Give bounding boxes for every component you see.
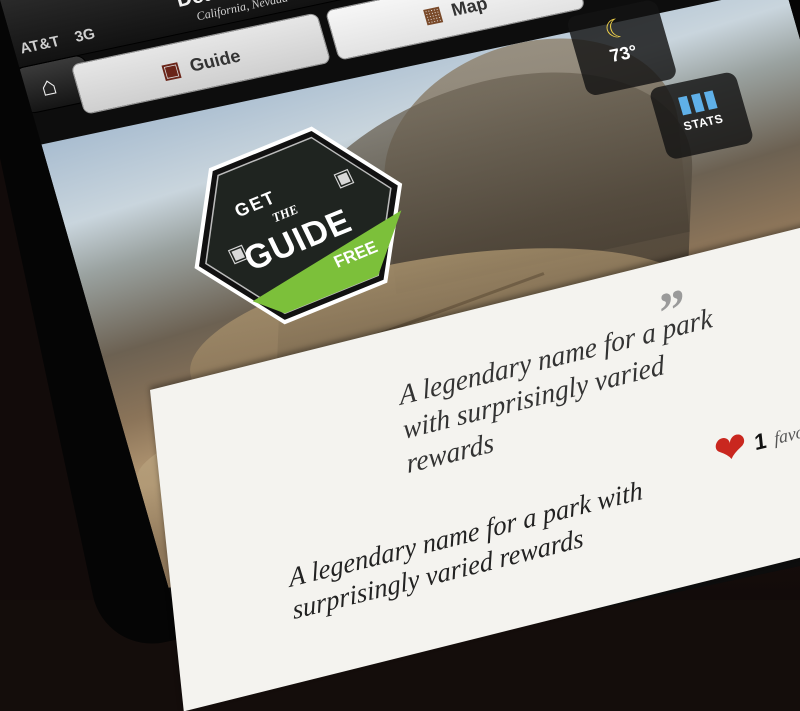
status-network: 3G: [72, 25, 98, 46]
map-icon: ▦: [420, 2, 446, 28]
favorites[interactable]: ❤ 1 favorites: [712, 400, 800, 476]
tab-map-label: Map: [448, 0, 490, 20]
favorites-count: 1: [753, 427, 768, 456]
book-icon: ▣: [158, 57, 184, 84]
tab-guide-label: Guide: [187, 45, 243, 76]
status-carrier: AT&T: [18, 32, 62, 58]
heart-icon[interactable]: ❤: [712, 422, 749, 476]
quote-text-bottom: A legendary name for a park with surpris…: [287, 474, 644, 626]
favorites-label: favorites: [773, 412, 800, 448]
quote-text-top: A legendary name for a park with surpris…: [397, 302, 714, 481]
